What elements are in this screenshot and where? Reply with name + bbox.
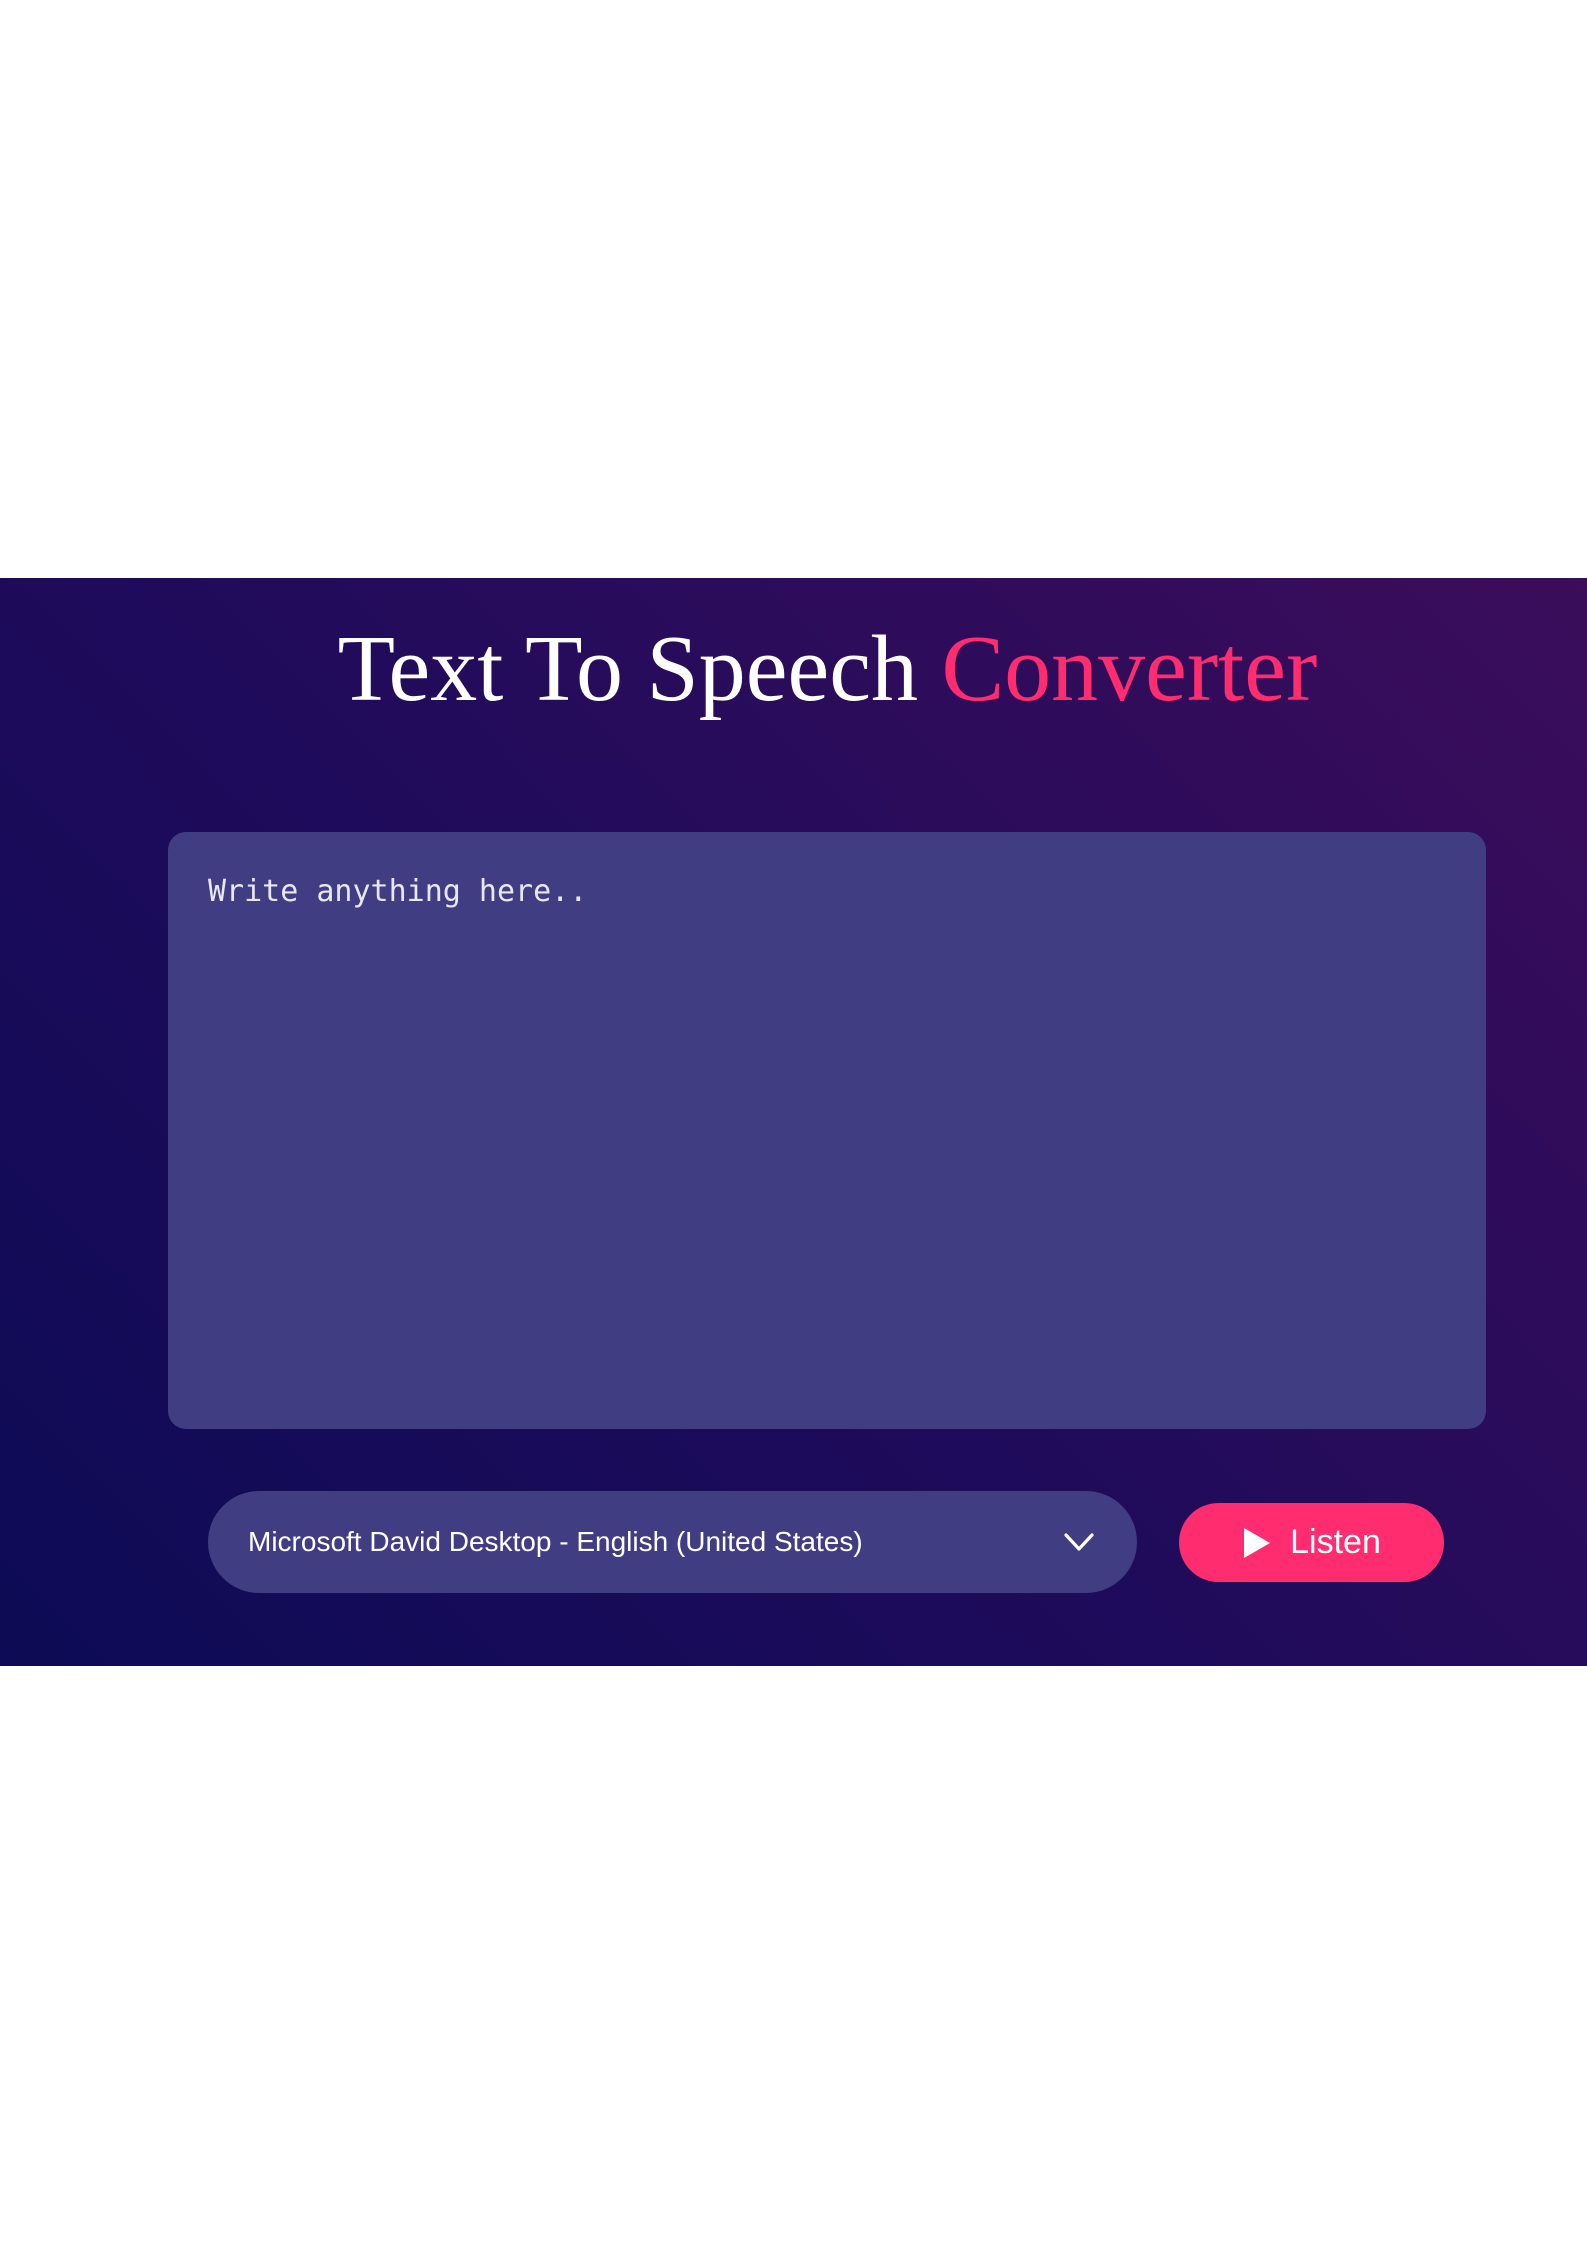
page-title-accent: Converter: [941, 617, 1318, 721]
chevron-down-icon: [1061, 1524, 1097, 1560]
app-panel: Text To Speech Converter Microsoft David…: [0, 578, 1587, 1666]
page-title-main: Text To Speech: [337, 617, 918, 721]
play-icon: [1242, 1526, 1272, 1560]
voice-select-value: Microsoft David Desktop - English (Unite…: [248, 1526, 863, 1557]
listen-button-label: Listen: [1290, 1523, 1381, 1561]
listen-button[interactable]: Listen: [1179, 1503, 1444, 1582]
text-input[interactable]: [168, 832, 1486, 1429]
voice-select[interactable]: Microsoft David Desktop - English (Unite…: [208, 1491, 1137, 1593]
page-title: Text To Speech Converter: [0, 613, 1587, 726]
